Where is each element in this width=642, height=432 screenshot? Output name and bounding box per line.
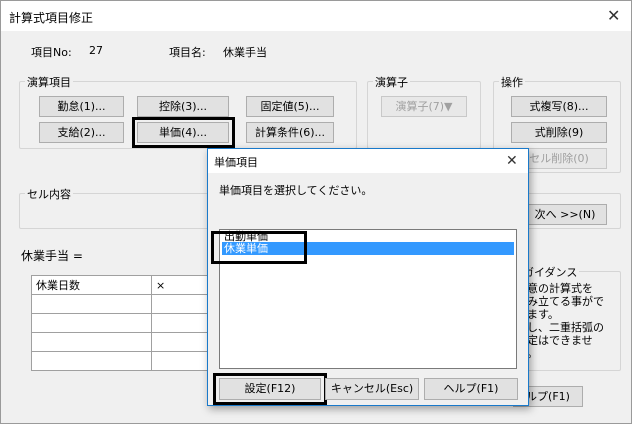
dialog-title-bar: 単価項目 ✕: [208, 149, 528, 173]
guidance-line: し、二重括弧の: [527, 321, 604, 334]
next-button[interactable]: 次へ >>(N): [523, 204, 607, 225]
selected-item-highlight-box: [211, 231, 307, 264]
attendance-button[interactable]: 勤怠(1)...: [39, 96, 124, 117]
calc-condition-button[interactable]: 計算条件(6)...: [246, 122, 334, 143]
dialog-help-button[interactable]: ヘルプ(F1): [424, 378, 518, 400]
grid-cell[interactable]: [31, 294, 152, 314]
item-no-label: 項目No:: [31, 46, 72, 59]
close-icon[interactable]: ✕: [506, 153, 518, 169]
window-title: 計算式項目修正: [9, 11, 94, 25]
grid-cell[interactable]: [31, 351, 152, 371]
operator-dropdown-button[interactable]: 演算子(7)▼: [381, 96, 467, 117]
operation-group-label: 操作: [499, 74, 525, 90]
deduction-button[interactable]: 控除(3)...: [137, 96, 229, 117]
unit-price-highlight-box: [132, 117, 235, 148]
guidance-line: 定はできませ: [527, 334, 593, 347]
guidance-line: 。: [527, 347, 538, 360]
guidance-line: み立てる事がで: [527, 295, 604, 308]
grid-cell-operand[interactable]: 休業日数: [31, 275, 152, 295]
copy-formula-button[interactable]: 式複写(8)...: [511, 96, 607, 117]
dialog-title: 単価項目: [214, 156, 258, 169]
ok-highlight-box: [213, 373, 327, 405]
delete-formula-button[interactable]: 式削除(9): [511, 122, 607, 143]
formula-label: 休業手当 =: [21, 249, 83, 263]
grid-cell[interactable]: [31, 332, 152, 352]
fixed-value-button[interactable]: 固定値(5)...: [246, 96, 334, 117]
guidance-group-label: ガイダンス: [521, 264, 580, 280]
cancel-button[interactable]: キャンセル(Esc): [325, 378, 419, 400]
title-bar: 計算式項目修正 ✕: [1, 1, 631, 31]
grid-cell[interactable]: [31, 313, 152, 333]
payment-button[interactable]: 支給(2)...: [39, 122, 124, 143]
close-icon[interactable]: ✕: [607, 8, 620, 24]
operand-group-label: 演算項目: [25, 74, 73, 90]
guidance-line: ます。: [527, 308, 559, 321]
item-no-value: 27: [89, 44, 103, 57]
unit-price-dialog: 単価項目 ✕ 単価項目を選択してください。 出勤単価 休業単価 設定(F12) …: [207, 148, 529, 406]
guidance-line: 意の計算式を: [527, 282, 593, 295]
item-name-value: 休業手当: [223, 46, 267, 59]
item-name-label: 項目名:: [169, 46, 206, 59]
operator-group-label: 演算子: [373, 74, 410, 90]
dialog-instruction: 単価項目を選択してください。: [219, 184, 373, 197]
guidance-text: 意の計算式を み立てる事がで ます。 し、二重括弧の 定はできませ 。: [527, 282, 619, 360]
cell-content-group-label: セル内容: [25, 186, 73, 202]
